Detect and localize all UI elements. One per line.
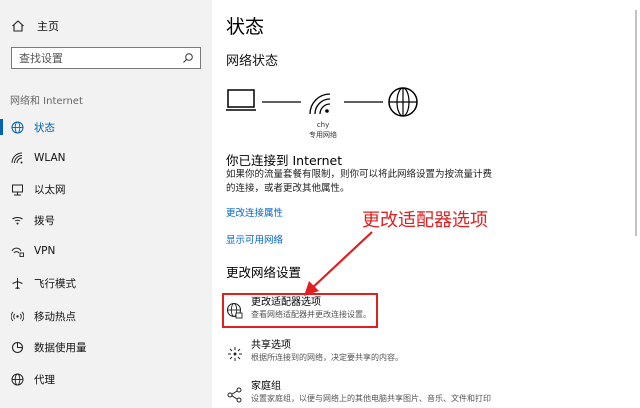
sidebar-item-proxy[interactable]: 代理 — [0, 365, 212, 393]
home-nav-item[interactable]: 主页 — [0, 14, 212, 38]
search-settings-input[interactable]: 查找设置 — [11, 47, 201, 69]
sidebar-item-wlan[interactable]: WLAN — [0, 144, 212, 172]
globe-icon — [10, 120, 24, 134]
option-description: 根据所连接到的网络，决定要共享的内容。 — [251, 353, 403, 362]
sidebar-item-data-usage[interactable]: 数据使用量 — [0, 333, 212, 361]
active-indicator — [0, 119, 3, 135]
homegroup-icon — [225, 385, 245, 405]
sharing-options-item[interactable]: 共享选项 根据所连接到的网络，决定要共享的内容。 — [222, 339, 522, 375]
network-status-heading: 网络状态 — [226, 54, 279, 69]
network-name: chy 专用网络 — [308, 120, 338, 140]
main-scrollbar[interactable] — [633, 0, 640, 408]
sidebar-item-ethernet[interactable]: 以太网 — [0, 175, 212, 203]
network-ssid: chy — [316, 121, 330, 129]
airplane-icon — [10, 276, 24, 290]
annotation-arrow — [304, 231, 373, 296]
sidebar-item-dialup[interactable]: 拨号 — [0, 206, 212, 234]
sidebar-item-mobile-hotspot[interactable]: 移动热点 — [0, 302, 212, 330]
option-description: 设置家庭组，以便与网络上的其他电脑共享图片、音乐、文件和打印 — [251, 394, 491, 403]
dialup-phone-icon — [10, 213, 24, 227]
connected-heading: 你已连接到 Internet — [226, 153, 343, 168]
show-available-networks-link[interactable]: 显示可用网络 — [226, 232, 283, 246]
change-connection-properties-link[interactable]: 更改连接属性 — [226, 205, 283, 219]
data-usage-icon — [10, 340, 24, 354]
page-title: 状态 — [226, 16, 265, 38]
section-label-network: 网络和 Internet — [10, 96, 83, 107]
option-title: 共享选项 — [251, 340, 291, 351]
internet-globe-icon — [388, 87, 418, 117]
globe-icon — [10, 372, 24, 386]
sidebar-item-airplane-mode[interactable]: 飞行模式 — [0, 269, 212, 297]
sidebar-item-label: 代理 — [34, 373, 55, 386]
sharing-icon — [225, 344, 245, 364]
sidebar-item-label: 拨号 — [34, 214, 55, 227]
settings-sidebar: 主页 查找设置 网络和 Internet 状态 WLAN 以太网 拨号 VPN … — [0, 0, 212, 408]
main-content: 状态 网络状态 chy 专用网络 你已连接到 Internet 如果你的流量套餐… — [212, 0, 640, 408]
annotation-highlight-box — [222, 293, 378, 328]
change-network-settings-heading: 更改网络设置 — [226, 265, 302, 280]
network-profile-type: 专用网络 — [309, 131, 337, 139]
vpn-icon — [10, 244, 24, 258]
wifi-network-icon — [309, 93, 331, 115]
sidebar-item-label: 飞行模式 — [34, 277, 76, 290]
sidebar-item-label: WLAN — [34, 152, 66, 164]
sidebar-item-label: 数据使用量 — [34, 341, 87, 354]
sidebar-item-status[interactable]: 状态 — [0, 113, 212, 141]
option-title: 家庭组 — [251, 381, 281, 392]
laptop-icon — [226, 89, 256, 111]
sidebar-item-label: 以太网 — [34, 183, 66, 196]
ethernet-icon — [10, 182, 24, 196]
search-placeholder: 查找设置 — [19, 52, 63, 65]
connected-description: 如果你的流量套餐有限制，则你可以将此网络设置为按流量计费的连接，或者更改其他属性… — [226, 169, 493, 194]
annotation-label: 更改适配器选项 — [362, 210, 488, 231]
homegroup-item[interactable]: 家庭组 设置家庭组，以便与网络上的其他电脑共享图片、音乐、文件和打印 — [222, 380, 522, 408]
search-icon[interactable] — [181, 51, 195, 65]
sidebar-item-vpn[interactable]: VPN — [0, 237, 212, 265]
hotspot-icon — [10, 309, 24, 323]
wifi-icon — [10, 151, 24, 165]
home-icon — [10, 18, 26, 34]
home-label: 主页 — [37, 20, 59, 33]
sidebar-item-label: 状态 — [34, 121, 55, 134]
sidebar-item-label: VPN — [34, 245, 56, 257]
scrollbar-thumb[interactable] — [635, 10, 637, 236]
sidebar-item-label: 移动热点 — [34, 310, 76, 323]
